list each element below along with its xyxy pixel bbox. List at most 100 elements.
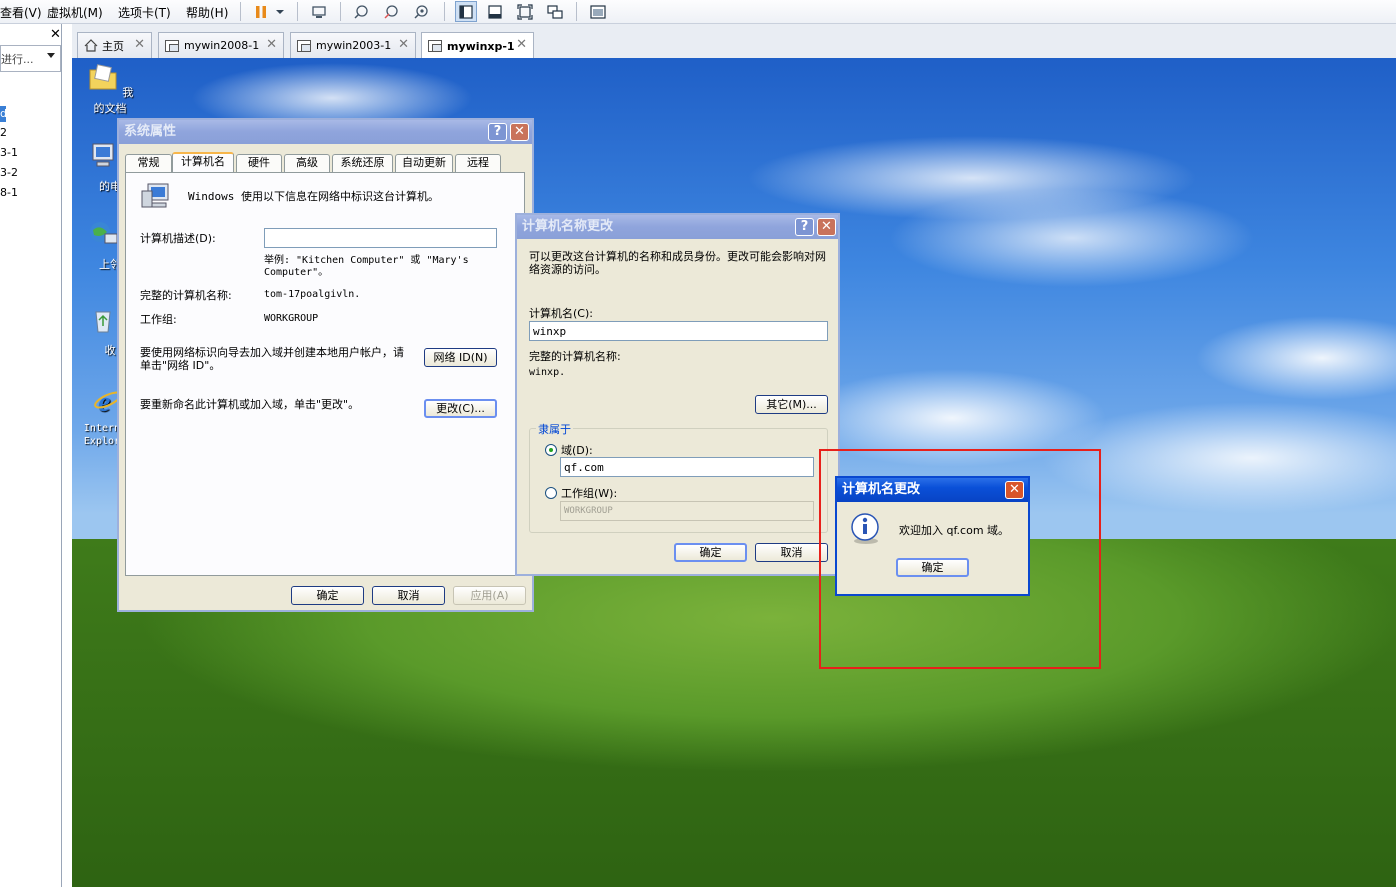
workgroup-radio[interactable]: [545, 487, 557, 499]
toolbar-separator: [444, 2, 445, 21]
vm-screen[interactable]: 我的文档 我的电 网上邻 回收 e Internet Explorer 系统属性…: [72, 58, 1396, 887]
window-title: 计算机名称更改: [522, 219, 614, 234]
tab-mywin2008-1[interactable]: mywin2008-1 ✕: [158, 32, 284, 58]
workgroup-value: WORKGROUP: [264, 313, 319, 324]
vmware-menubar: 查看(V) 虚拟机(M) 选项卡(T) 帮助(H): [0, 0, 1396, 24]
full-name-label: 完整的计算机名称:: [140, 289, 232, 302]
example-text: 举例: "Kitchen Computer" 或 "Mary's Compute…: [264, 255, 469, 278]
full-name-value: tom-17poalgivln.: [264, 289, 361, 300]
apply-button[interactable]: 应用(A): [453, 586, 526, 605]
my-computer-icon: [92, 143, 114, 167]
fullscreen-icon[interactable]: [514, 1, 536, 22]
help-icon[interactable]: ?: [488, 123, 507, 141]
network-id-text: 要使用网络标识向导去加入域并创建本地用户帐户，请单击"网络 ID"。: [140, 346, 404, 372]
menu-tabs[interactable]: 选项卡(T): [118, 4, 171, 21]
window-title: 系统属性: [124, 124, 177, 139]
vm-icon: [297, 39, 311, 52]
menu-help[interactable]: 帮助(H): [186, 4, 228, 21]
cancel-button[interactable]: 取消: [755, 543, 828, 562]
computer-name-panel: Windows 使用以下信息在网络中标识这台计算机。 计算机描述(D): 举例:…: [125, 172, 525, 576]
desktop-icon-my-documents[interactable]: 我的文档: [82, 62, 138, 116]
computer-name-changes-window: 计算机名称更改 ? ✕ 可以更改这台计算机的名称和成员身份。更改可能会影响对网络…: [515, 213, 840, 576]
close-icon[interactable]: ✕: [817, 218, 836, 236]
change-button[interactable]: 更改(C)...: [424, 399, 497, 418]
computer-name-field[interactable]: [529, 321, 828, 341]
chevron-down-icon[interactable]: [47, 53, 55, 58]
ok-button[interactable]: 确定: [674, 543, 747, 562]
close-icon[interactable]: ✕: [398, 37, 409, 52]
snapshot-icon[interactable]: [350, 1, 372, 22]
console-view-icon[interactable]: [587, 1, 609, 22]
title-bar[interactable]: 计算机名称更改 ? ✕: [517, 215, 838, 239]
computer-description-field[interactable]: [264, 228, 497, 248]
computer-name-label: 计算机名(C):: [529, 307, 593, 320]
workgroup-label: 工作组:: [140, 313, 177, 326]
tab-label: mywinxp-1: [447, 39, 515, 53]
network-computer-icon: [141, 183, 169, 208]
vm-tab-bar: 主页 ✕ mywin2008-1 ✕ mywin2003-1 ✕ mywinxp…: [72, 24, 1396, 59]
system-properties-window: 系统属性 ? ✕ 常规 计算机名 硬件 高级 系统还原 自动更新 远程 Wind…: [117, 118, 534, 612]
snapshot-revert-icon[interactable]: [380, 1, 402, 22]
library-search-placeholder: 进行...: [1, 53, 34, 66]
rename-text: 要重新命名此计算机或加入域，单击"更改"。: [140, 398, 360, 411]
library-panel: ✕ 进行... d 2 3-1 3-2 8-1: [0, 24, 62, 887]
tab-label: mywin2003-1: [316, 39, 392, 52]
tab-automatic-updates[interactable]: 自动更新: [395, 154, 453, 172]
close-icon[interactable]: ✕: [516, 37, 527, 52]
close-icon[interactable]: ✕: [266, 37, 277, 52]
intro-text: Windows 使用以下信息在网络中标识这台计算机。: [188, 190, 439, 203]
library-item[interactable]: 3-2: [0, 165, 18, 181]
home-icon: [84, 39, 98, 52]
library-item[interactable]: 2: [0, 125, 7, 141]
menu-view[interactable]: 查看(V): [0, 4, 42, 21]
snapshot-manager-icon[interactable]: [410, 1, 432, 22]
my-documents-icon: [89, 64, 117, 90]
library-item[interactable]: 8-1: [0, 185, 18, 201]
toolbar-separator: [576, 2, 577, 21]
thumbnail-bar-icon[interactable]: [484, 1, 506, 22]
tab-system-restore[interactable]: 系统还原: [332, 154, 393, 172]
tab-mywinxp-1[interactable]: mywinxp-1 ✕: [421, 32, 534, 59]
tab-label: mywin2008-1: [184, 39, 260, 52]
close-icon[interactable]: ✕: [134, 37, 145, 52]
tab-mywin2003-1[interactable]: mywin2003-1 ✕: [290, 32, 416, 58]
tab-general[interactable]: 常规: [125, 154, 172, 172]
ok-button[interactable]: 确定: [291, 586, 364, 605]
vm-icon: [428, 40, 442, 52]
chevron-down-icon[interactable]: [272, 1, 288, 22]
network-id-button[interactable]: 网络 ID(N): [424, 348, 497, 367]
help-icon[interactable]: ?: [795, 218, 814, 236]
more-button[interactable]: 其它(M)...: [755, 395, 828, 414]
library-search-input[interactable]: 进行...: [0, 45, 61, 72]
library-item[interactable]: d: [0, 106, 7, 122]
highlight-annotation-box: [819, 449, 1101, 669]
toolbar-separator: [297, 2, 298, 21]
unity-icon[interactable]: [544, 1, 566, 22]
toolbar-separator: [240, 2, 241, 21]
cancel-button[interactable]: 取消: [372, 586, 445, 605]
tab-computer-name[interactable]: 计算机名: [172, 152, 234, 173]
tab-remote[interactable]: 远程: [455, 154, 501, 172]
svg-text:e: e: [98, 387, 110, 416]
close-icon[interactable]: ✕: [510, 123, 529, 141]
send-keys-icon[interactable]: [308, 1, 330, 22]
tab-advanced[interactable]: 高级: [284, 154, 330, 172]
intro-text: 可以更改这台计算机的名称和成员身份。更改可能会影响对网络资源的访问。: [529, 250, 826, 276]
workgroup-field[interactable]: [560, 501, 814, 521]
close-icon[interactable]: ✕: [50, 27, 61, 42]
workgroup-label: 工作组(W):: [561, 487, 618, 500]
tab-label: 主页: [102, 39, 124, 53]
tab-home[interactable]: 主页 ✕: [77, 32, 152, 58]
tab-hardware[interactable]: 硬件: [236, 154, 282, 172]
menu-vm[interactable]: 虚拟机(M): [47, 4, 103, 21]
domain-field[interactable]: [560, 457, 814, 477]
full-name-label: 完整的计算机名称:: [529, 350, 621, 363]
show-library-icon[interactable]: [455, 1, 477, 22]
toolbar-separator: [340, 2, 341, 21]
title-bar[interactable]: 系统属性 ? ✕: [119, 120, 532, 144]
member-of-group: 隶属于 域(D): 工作组(W):: [529, 421, 828, 533]
domain-radio[interactable]: [545, 444, 557, 456]
domain-label: 域(D):: [561, 444, 593, 457]
library-item[interactable]: 3-1: [0, 145, 18, 161]
pause-icon[interactable]: [250, 1, 272, 22]
